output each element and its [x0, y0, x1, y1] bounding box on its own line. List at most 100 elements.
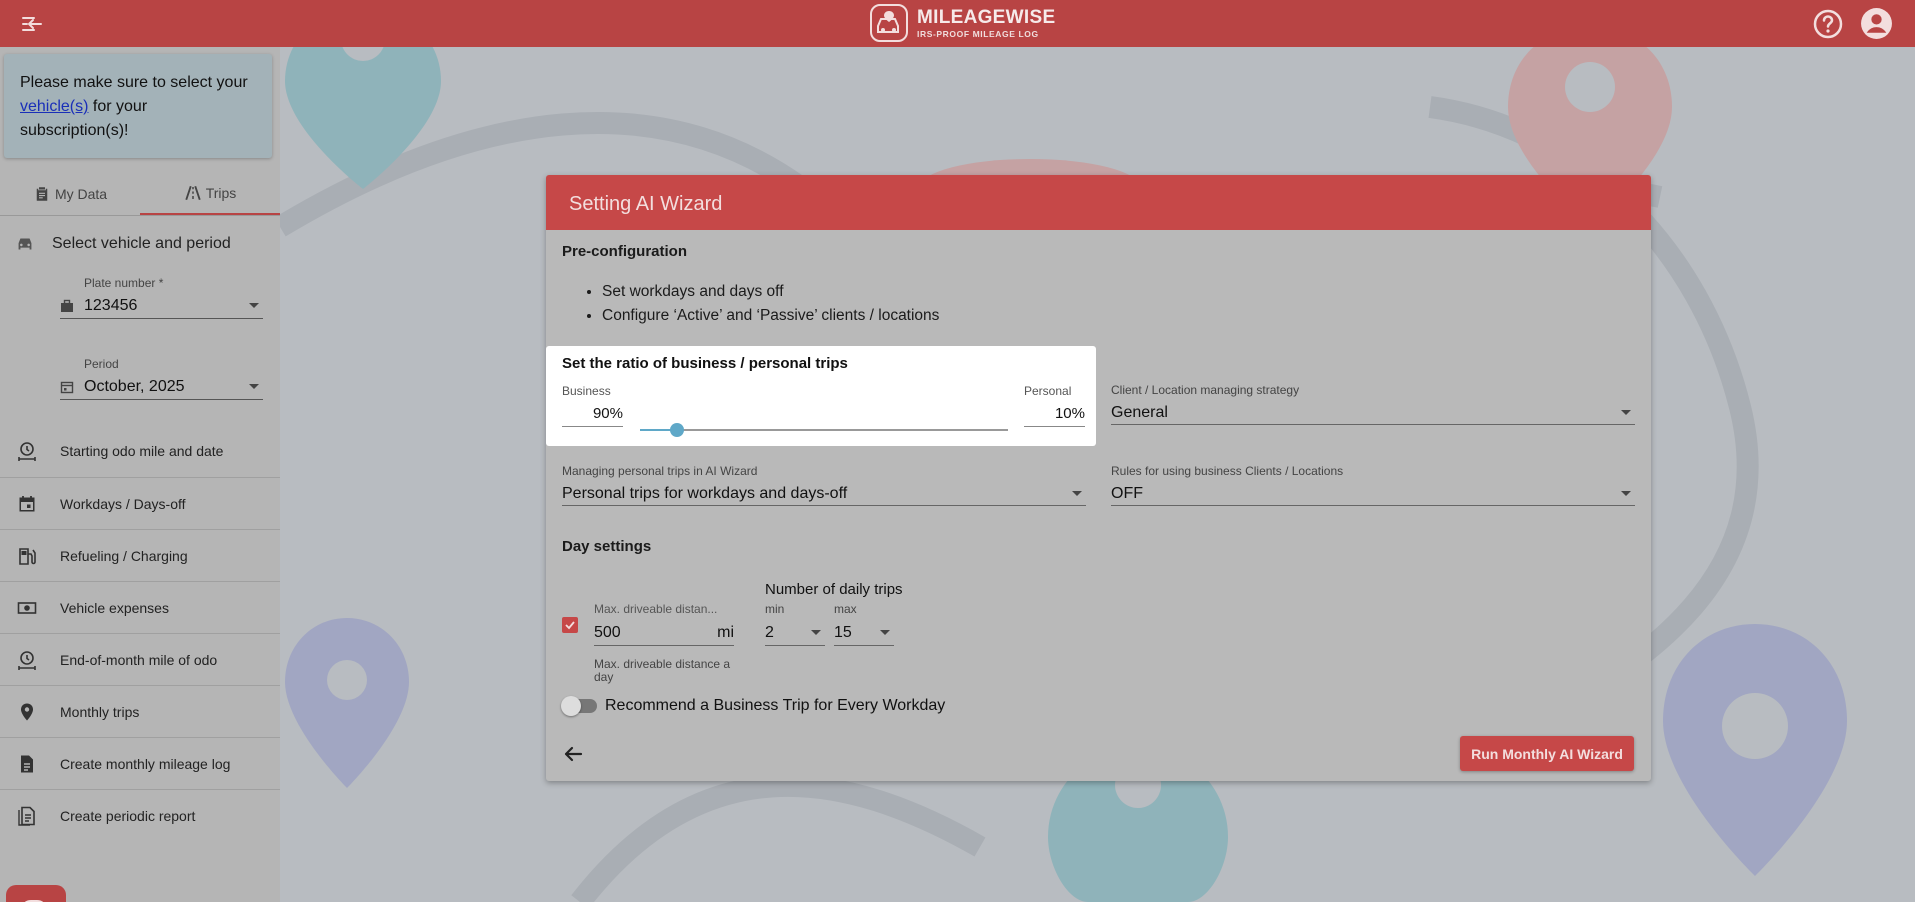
sidebar-item-label: End-of-month mile of odo: [60, 651, 218, 668]
rules-select[interactable]: Rules for using business Clients / Locat…: [1111, 464, 1635, 506]
chevron-down-icon: [249, 384, 259, 389]
help-icon[interactable]: [1812, 8, 1844, 40]
period-value: October, 2025: [84, 377, 185, 395]
plate-number-value: 123456: [84, 296, 138, 314]
sidebar-item-vehicle-expenses[interactable]: Vehicle expenses: [0, 581, 280, 633]
sidebar-item-workdays[interactable]: Workdays / Days-off: [0, 477, 280, 529]
road-icon: [185, 185, 201, 200]
vehicles-link[interactable]: vehicle(s): [20, 98, 88, 115]
personal-trips-value: Personal trips for workdays and days-off: [562, 484, 848, 502]
ai-wizard-dialog: Setting AI Wizard Pre-configuration Set …: [546, 175, 1651, 781]
max-label: max: [834, 602, 857, 616]
chevron-down-icon: [880, 630, 890, 635]
sidebar-item-end-of-month[interactable]: End-of-month mile of odo: [0, 633, 280, 685]
chevron-down-icon: [249, 303, 259, 308]
preconfig-item: Set workdays and days off: [602, 283, 939, 301]
sidebar-item-label: Create monthly mileage log: [60, 755, 231, 772]
select-vehicle-section: Select vehicle and period: [14, 233, 231, 255]
odometer-clock-icon: [18, 650, 36, 670]
min-value: 2: [765, 623, 774, 641]
sidebar-nav: Starting odo mile and date Workdays / Da…: [0, 425, 280, 841]
personal-percent-input[interactable]: 10%: [1024, 403, 1085, 427]
collapse-menu-icon[interactable]: [20, 12, 44, 36]
preconfig-item: Configure ‘Active’ and ‘Passive’ clients…: [602, 307, 939, 325]
day-settings-title: Day settings: [562, 538, 652, 555]
max-trips-select[interactable]: max 15: [834, 602, 894, 646]
plate-number-select[interactable]: Plate number * 123456: [60, 276, 263, 319]
car-logo-icon: [870, 4, 908, 42]
recommend-business-trip-toggle[interactable]: [561, 696, 597, 716]
client-strategy-value: General: [1111, 403, 1168, 421]
top-app-bar: MILEAGEWISE IRS-PROOF MILEAGE LOG: [0, 0, 1915, 47]
sidebar-item-monthly-trips[interactable]: Monthly trips: [0, 685, 280, 737]
account-icon[interactable]: [1860, 7, 1893, 40]
tabs-divider: [0, 215, 280, 216]
chevron-down-icon: [811, 630, 821, 635]
ratio-title: Set the ratio of business / personal tri…: [562, 355, 848, 372]
sidebar-item-create-mileage-log[interactable]: Create monthly mileage log: [0, 737, 280, 789]
calendar-small-icon: [60, 381, 74, 393]
tab-my-data[interactable]: My Data: [0, 172, 140, 215]
personal-trips-select[interactable]: Managing personal trips in AI Wizard Per…: [562, 464, 1086, 506]
business-percent-input[interactable]: 90%: [562, 403, 623, 427]
preconfig-list: Set workdays and days off Configure ‘Act…: [602, 283, 939, 331]
location-pin-purple-right: [1663, 624, 1847, 876]
sidebar-item-label: Vehicle expenses: [60, 599, 169, 616]
toggle-knob: [561, 696, 581, 716]
sidebar-item-refueling[interactable]: Refueling / Charging: [0, 529, 280, 581]
calendar-icon: [19, 495, 35, 511]
section-title: Select vehicle and period: [52, 235, 231, 252]
tab-my-data-label: My Data: [54, 185, 108, 202]
location-pin-purple-left: [285, 618, 409, 788]
distance-unit: mi: [717, 623, 734, 641]
max-distance-hint: Max. driveable distance a day: [594, 657, 731, 684]
sidebar: Please make sure to select your vehicle(…: [0, 47, 280, 902]
dialog-header: Setting AI Wizard: [546, 175, 1651, 230]
client-strategy-label: Client / Location managing strategy: [1111, 383, 1300, 397]
period-select[interactable]: Period October, 2025: [60, 357, 263, 400]
ratio-slider[interactable]: [640, 423, 1008, 437]
chevron-down-icon: [1621, 410, 1631, 415]
sidebar-tabs: My Data Trips: [0, 172, 280, 215]
cash-icon: [17, 601, 37, 614]
location-pin-icon: [21, 703, 33, 720]
tab-trips-label: Trips: [205, 184, 237, 201]
sidebar-item-label: Workdays / Days-off: [60, 495, 186, 512]
period-label: Period: [84, 357, 119, 371]
client-strategy-select[interactable]: Client / Location managing strategy Gene…: [1111, 383, 1635, 425]
daily-trips-title: Number of daily trips: [765, 581, 903, 598]
vehicle-notice: Please make sure to select your vehicle(…: [4, 54, 272, 158]
back-arrow-icon[interactable]: [562, 743, 584, 765]
rules-label: Rules for using business Clients / Locat…: [1111, 464, 1344, 478]
recommend-toggle-label: Recommend a Business Trip for Every Work…: [605, 697, 946, 714]
chat-button[interactable]: [6, 885, 66, 902]
tab-trips[interactable]: Trips: [140, 172, 280, 215]
sidebar-item-label: Monthly trips: [60, 703, 140, 720]
min-trips-select[interactable]: min 2: [765, 602, 825, 646]
clipboard-icon: [36, 186, 48, 201]
brand-logo: MILEAGEWISE IRS-PROOF MILEAGE LOG: [869, 2, 1055, 44]
max-distance-field[interactable]: Max. driveable distan... 500 mi: [594, 602, 734, 646]
document-icon: [21, 755, 33, 772]
business-label: Business: [562, 384, 611, 398]
checkmark-icon: [565, 621, 575, 630]
rules-value: OFF: [1111, 484, 1143, 502]
max-distance-checkbox[interactable]: [562, 617, 578, 633]
slider-thumb[interactable]: [669, 423, 684, 437]
notice-text-before: Please make sure to select your: [20, 74, 248, 91]
preconfig-title: Pre-configuration: [562, 243, 688, 260]
brand-tagline: IRS-PROOF MILEAGE LOG: [917, 28, 1039, 39]
max-value: 15: [834, 623, 852, 641]
fuel-pump-icon: [19, 547, 36, 565]
brand-name: MILEAGEWISE: [917, 6, 1056, 28]
car-icon: [18, 238, 32, 250]
run-ai-wizard-button[interactable]: Run Monthly AI Wizard: [1460, 736, 1634, 771]
dialog-title: Setting AI Wizard: [569, 193, 723, 215]
sidebar-item-periodic-report[interactable]: Create periodic report: [0, 789, 280, 841]
personal-trips-label: Managing personal trips in AI Wizard: [562, 464, 758, 478]
odometer-clock-icon: [18, 442, 36, 461]
chevron-down-icon: [1621, 491, 1631, 496]
max-distance-label: Max. driveable distan...: [594, 602, 718, 616]
report-icon: [18, 806, 35, 826]
sidebar-item-starting-odo[interactable]: Starting odo mile and date: [0, 425, 280, 477]
